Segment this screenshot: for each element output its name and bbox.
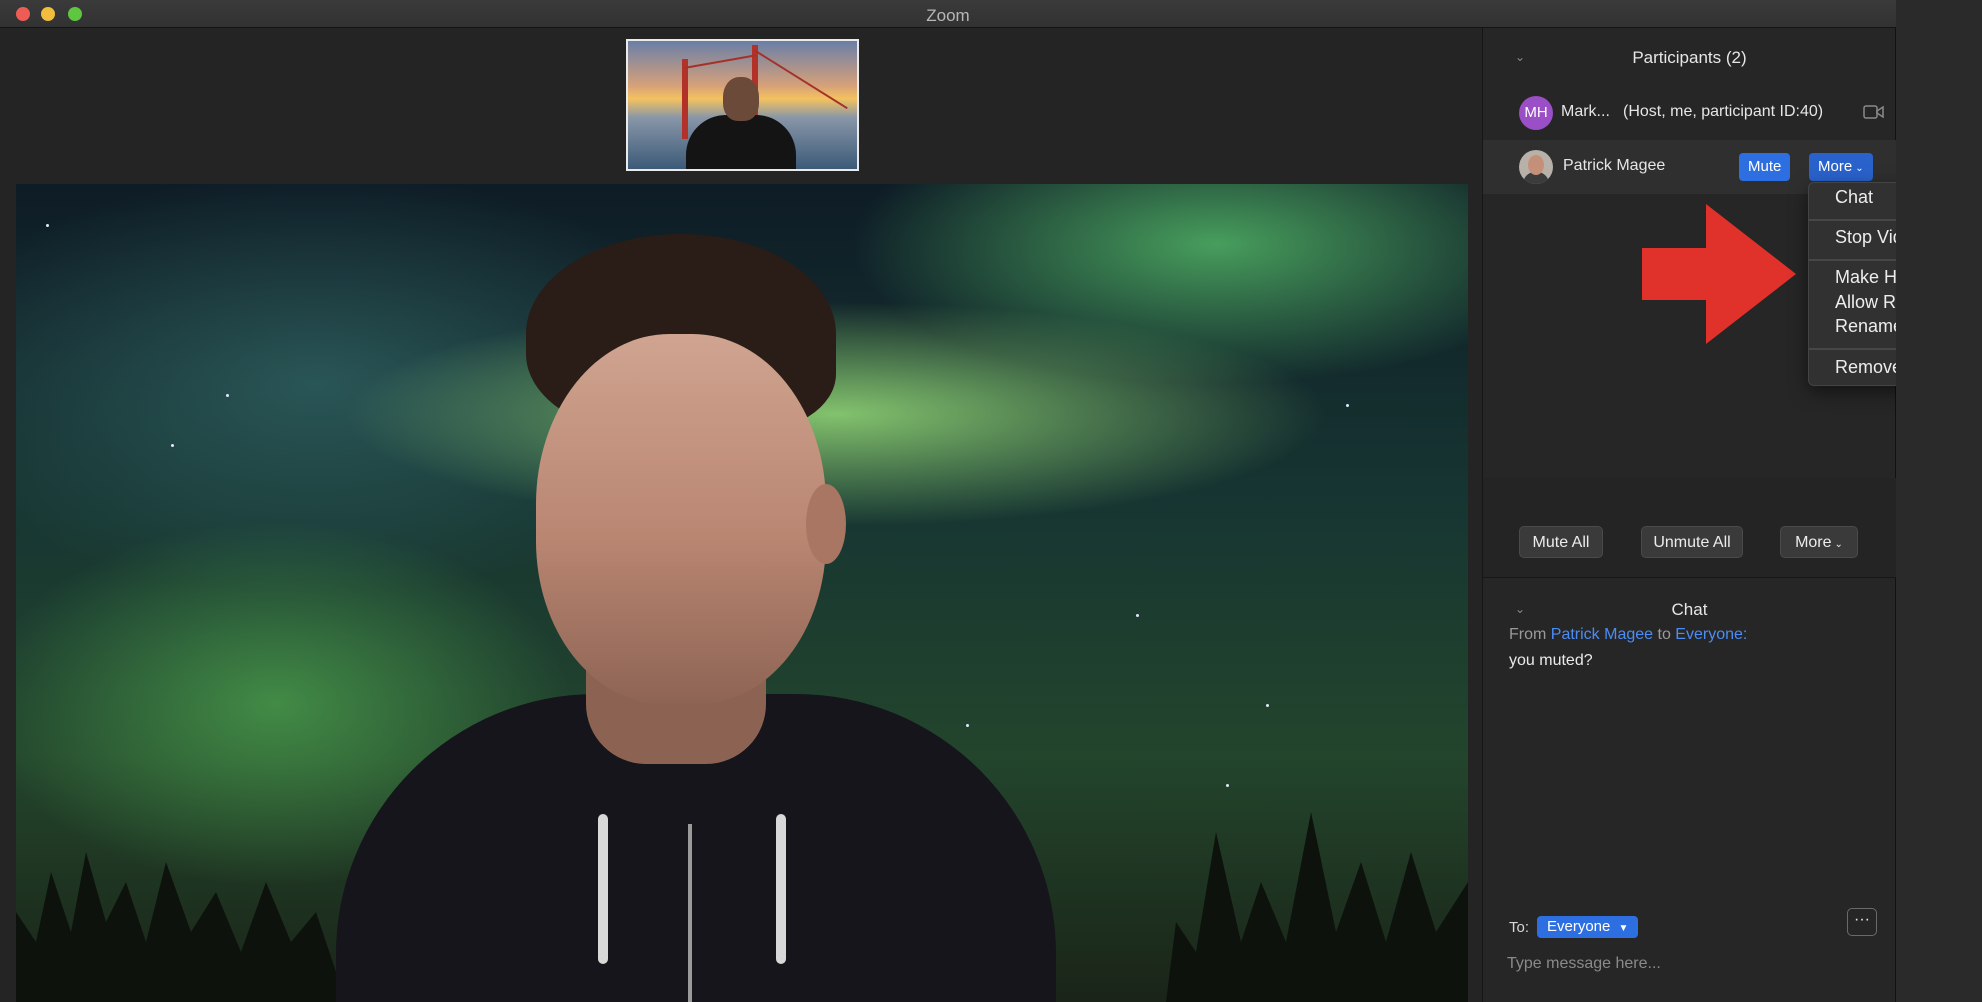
menu-item-remove[interactable]: Remove — [1835, 357, 1902, 378]
speaker-video[interactable] — [16, 184, 1468, 1002]
red-arrow-annotation — [1642, 204, 1796, 344]
sidebar: ⌄ Participants (2) MH Mark... (Host, me,… — [1482, 28, 1896, 1002]
mute-all-button[interactable]: Mute All — [1519, 526, 1603, 558]
participant-role: (Host, me, participant ID:40) — [1623, 103, 1824, 120]
video-area — [0, 28, 1482, 1002]
chevron-down-icon: ⌄ — [1855, 163, 1864, 174]
participant-name: Patrick Magee — [1563, 157, 1666, 174]
participant-more-button[interactable]: More ⌄ — [1809, 153, 1873, 181]
chat-to-word: to — [1657, 626, 1671, 643]
star — [1266, 704, 1269, 707]
chat-message-input[interactable] — [1505, 946, 1875, 982]
title-bar: Zoom — [0, 0, 1896, 28]
hoodie-cord — [776, 814, 786, 964]
participant-name: Mark... — [1561, 103, 1610, 120]
menu-item-rename[interactable]: Rename — [1835, 316, 1903, 337]
more-label: More — [1818, 158, 1853, 175]
chevron-down-icon: ⌄ — [1834, 539, 1843, 550]
participants-header: ⌄ Participants (2) — [1483, 38, 1896, 78]
star — [1346, 404, 1349, 407]
participant-row-host[interactable]: MH Mark... (Host, me, participant ID:40) — [1483, 86, 1896, 140]
window-title: Zoom — [926, 6, 970, 25]
unmute-all-button[interactable]: Unmute All — [1641, 526, 1743, 558]
chat-title: Chat — [1671, 600, 1708, 619]
speaker-ear — [806, 484, 846, 564]
speaker-face — [536, 334, 826, 704]
star — [226, 394, 229, 397]
participants-action-bar: Mute All Unmute All More ⌄ — [1483, 478, 1896, 578]
chat-recipient-select[interactable]: Everyone ▼ — [1537, 916, 1639, 938]
star — [46, 224, 49, 227]
caret-down-icon: ▼ — [1618, 923, 1629, 934]
mute-participant-button[interactable]: Mute — [1739, 153, 1791, 181]
speaker-person — [336, 224, 1056, 1002]
hoodie-cord — [598, 814, 608, 964]
chat-more-options-button[interactable]: ··· — [1847, 908, 1877, 936]
more-label: More — [1795, 534, 1832, 551]
desktop-background — [1896, 0, 1982, 1002]
video-camera-icon — [1863, 105, 1884, 119]
star — [171, 444, 174, 447]
chat-from-label: From — [1509, 626, 1547, 643]
menu-item-chat[interactable]: Chat — [1835, 187, 1873, 208]
chat-message-header: From Patrick Magee to Everyone: — [1509, 626, 1747, 644]
chat-message-text: you muted? — [1509, 652, 1593, 669]
chat-to-label: To: — [1509, 919, 1530, 936]
chat-recipient-value: Everyone — [1547, 918, 1611, 935]
participants-title: Participants (2) — [1632, 48, 1747, 67]
zoom-window: Zoom ⌄ Participants (2) MH Mark... (Host… — [0, 0, 1970, 1002]
chat-recipient-link[interactable]: Everyone: — [1675, 626, 1747, 643]
star — [1136, 614, 1139, 617]
bridge-cable — [683, 54, 756, 69]
avatar — [1519, 150, 1553, 184]
avatar: MH — [1519, 96, 1553, 130]
self-view-person — [686, 69, 796, 169]
participants-more-button[interactable]: More ⌄ — [1780, 526, 1858, 558]
chat-sender-link[interactable]: Patrick Magee — [1551, 626, 1653, 643]
chat-header: ⌄ Chat — [1483, 590, 1896, 630]
self-view-thumbnail[interactable] — [626, 39, 859, 171]
self-view-head — [723, 77, 759, 121]
star — [1226, 784, 1229, 787]
self-view-body — [686, 115, 796, 169]
mute-label: Mute — [1748, 158, 1782, 175]
hoodie-zipper — [688, 824, 692, 1002]
